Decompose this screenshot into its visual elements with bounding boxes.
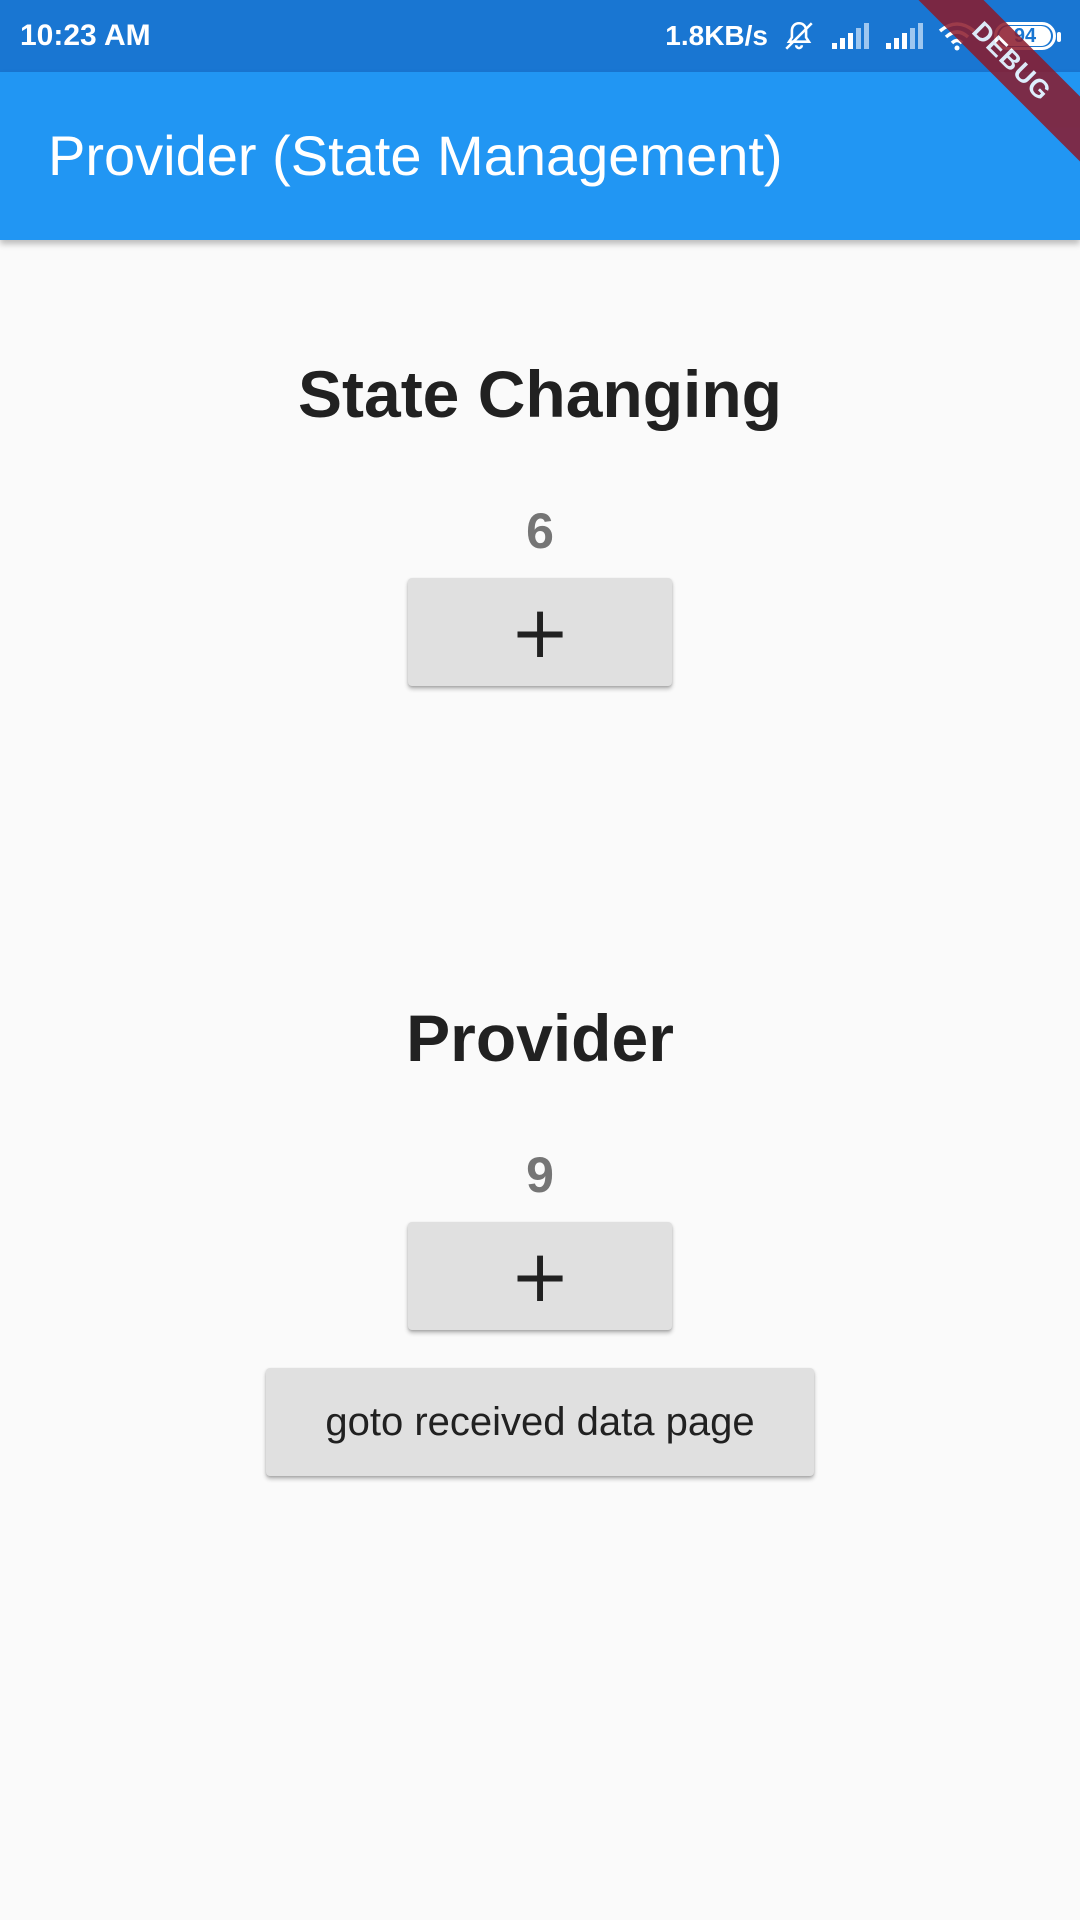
mute-bell-icon xyxy=(782,19,816,53)
plus-icon: + xyxy=(509,1234,571,1318)
goto-received-data-button[interactable]: goto received data page xyxy=(266,1368,814,1476)
signal-icon xyxy=(884,21,924,51)
state-increment-button[interactable]: + xyxy=(408,578,672,686)
app-bar-title: Provider (State Management) xyxy=(48,124,783,187)
status-bar: 10:23 AM 1.8KB/s 94 xyxy=(0,0,1080,72)
state-counter-value: 6 xyxy=(526,503,554,559)
network-speed: 1.8KB/s xyxy=(665,20,768,51)
provider-title: Provider xyxy=(406,1001,674,1075)
status-time: 10:23 AM xyxy=(20,19,151,52)
state-changing-title: State Changing xyxy=(297,357,782,431)
app-bar: Provider (State Management) xyxy=(0,72,1080,240)
app-screen: 10:23 AM 1.8KB/s 94 DEBUG Provider (Stat… xyxy=(0,0,1080,1920)
goto-button-label: goto received data page xyxy=(325,1399,755,1444)
provider-counter-value: 9 xyxy=(526,1147,554,1203)
provider-increment-button[interactable]: + xyxy=(408,1222,672,1330)
plus-icon: + xyxy=(509,590,571,674)
signal-icon xyxy=(830,21,870,51)
